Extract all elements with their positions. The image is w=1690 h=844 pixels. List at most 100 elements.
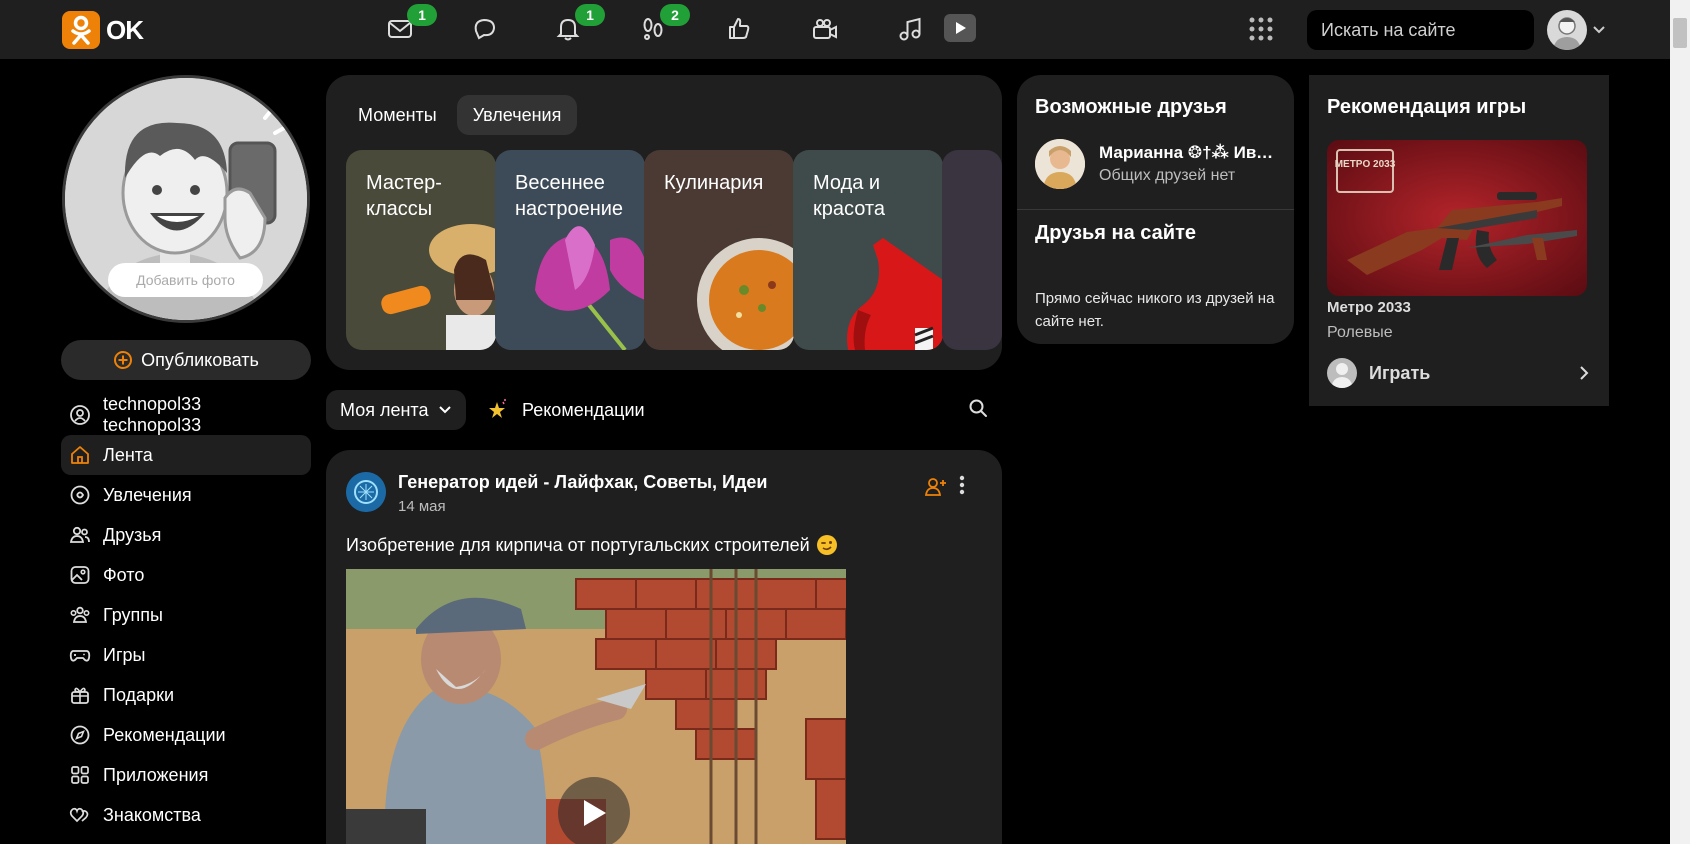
game-banner[interactable]: METPO 2033 — [1327, 140, 1587, 296]
hobby-card-title: Весеннее настроение — [515, 172, 624, 220]
friend-suggestion[interactable]: Марианна ❂†⁂ Ива… Общих друзей нет — [1035, 139, 1274, 189]
post-video[interactable] — [346, 569, 846, 844]
recommendations-link[interactable]: Рекомендации — [486, 390, 645, 430]
music-note-icon — [899, 17, 921, 41]
apps-grid-button[interactable] — [1248, 16, 1274, 47]
publish-button[interactable]: Опубликовать — [61, 340, 311, 380]
hobby-card-next-partial[interactable] — [942, 150, 1002, 350]
follow-button[interactable] — [924, 476, 948, 503]
sidebar-item-label: Группы — [103, 604, 163, 625]
sidebar-item-hobbies[interactable]: Увлечения — [61, 475, 311, 515]
post-text-row: Изобретение для кирпича от португальских… — [346, 534, 838, 556]
game-genre: Ролевые — [1327, 324, 1393, 341]
sidebar-item-apps[interactable]: Приложения — [61, 755, 311, 795]
hobby-card-spring-mood[interactable]: Весеннее настроение — [495, 150, 645, 350]
sidebar-item-label: Друзья — [103, 524, 162, 545]
hobby-card-title: Мастер- классы — [366, 172, 442, 220]
add-user-icon — [924, 478, 946, 496]
sidebar-item-label: Игры — [103, 644, 146, 665]
feed-filter-dropdown[interactable]: Моя лента — [326, 390, 467, 430]
more-vertical-icon — [959, 475, 965, 495]
default-avatar-icon — [1331, 363, 1353, 388]
chat-bubbles-icon — [474, 18, 496, 40]
sidebar-item-label: Подарки — [103, 684, 175, 705]
sidebar-item-label: technopol33 technopol33 — [103, 394, 202, 435]
groups-icon — [70, 606, 90, 623]
tab-hobbies[interactable]: Увлечения — [456, 95, 578, 135]
friend-name[interactable]: Марианна ❂†⁂ Ива… — [1099, 143, 1274, 163]
notifications-button[interactable]: 1 — [553, 4, 605, 44]
feed-search-button[interactable] — [968, 398, 988, 423]
search-input[interactable] — [1321, 19, 1553, 41]
music-button[interactable] — [895, 14, 925, 44]
feed-post: Генератор идей - Лайфхак, Советы, Идеи 1… — [326, 450, 1002, 844]
hobby-card-masterclasses[interactable]: Мастер- классы — [346, 150, 496, 350]
user-menu-toggle[interactable] — [1592, 22, 1606, 40]
game-name[interactable]: Метро 2033 — [1327, 299, 1411, 316]
friends-widget: Возможные друзья Марианна ❂†⁂ Ива… Общих… — [1017, 75, 1294, 344]
default-avatar-icon — [1553, 17, 1581, 50]
page-scrollbar[interactable] — [1670, 0, 1690, 844]
friend-avatar[interactable] — [1035, 139, 1085, 189]
moments-tabs: Моменты Увлечения — [342, 95, 578, 135]
publish-label: Опубликовать — [141, 349, 259, 370]
sidebar-item-groups[interactable]: Группы — [61, 595, 311, 635]
left-sidebar: technopol33 technopol33 Лента Увлечения … — [61, 394, 311, 835]
post-text: Изобретение для кирпича от португальских… — [346, 534, 810, 555]
sidebar-item-label: Увлечения — [103, 484, 192, 505]
photo-icon — [70, 566, 90, 584]
friends-online-empty-text: Прямо сейчас никого из друзей на сайте н… — [1035, 290, 1275, 330]
hobby-card-title: Кулинария — [664, 172, 764, 194]
sidebar-item-label: Рекомендации — [103, 724, 226, 745]
sidebar-item-profile[interactable]: technopol33 technopol33 — [61, 394, 311, 435]
hobbies-icon — [70, 485, 90, 505]
game-recommendation-title: Рекомендация игры — [1327, 96, 1527, 118]
possible-friends-title[interactable]: Возможные друзья — [1035, 96, 1227, 119]
video-calls-button[interactable] — [810, 14, 840, 44]
sidebar-item-dating[interactable]: Знакомства — [61, 795, 311, 835]
scroll-thumb[interactable] — [1673, 18, 1687, 48]
video-button[interactable] — [944, 14, 976, 42]
friends-icon — [69, 526, 90, 543]
sidebar-item-feed[interactable]: Лента — [61, 435, 311, 475]
user-avatar[interactable] — [1547, 10, 1587, 50]
sidebar-item-label: Фото — [103, 564, 145, 585]
logo-text: OK — [106, 14, 144, 45]
play-label: Играть — [1369, 362, 1431, 383]
group-avatar[interactable] — [346, 472, 386, 512]
sidebar-item-friends[interactable]: Друзья — [61, 515, 311, 555]
sparkle-star-icon — [489, 399, 506, 418]
hobby-card-fashion[interactable]: Мода и красота — [793, 150, 943, 350]
top-bar: OK 1 1 2 — [0, 0, 1670, 59]
home-icon — [71, 446, 89, 464]
tab-moments[interactable]: Моменты — [342, 95, 453, 135]
ok-logo-icon — [62, 11, 100, 49]
guests-button[interactable]: 2 — [638, 4, 690, 44]
apps-icon — [71, 766, 89, 784]
search-icon — [969, 399, 987, 417]
sidebar-item-recommendations[interactable]: Рекомендации — [61, 715, 311, 755]
post-date[interactable]: 14 мая — [398, 498, 446, 515]
video-play-button[interactable] — [558, 777, 630, 844]
sidebar-item-label: Приложения — [103, 764, 209, 785]
reactions-button[interactable] — [724, 14, 754, 44]
feed-filter-label: Моя лента — [340, 399, 429, 420]
messages-button[interactable]: 1 — [385, 4, 437, 44]
discussions-button[interactable] — [470, 14, 500, 44]
sidebar-item-label: Лента — [103, 444, 153, 465]
friends-online-title[interactable]: Друзья на сайте — [1035, 222, 1196, 245]
gamepad-icon — [69, 650, 91, 662]
camera-icon — [813, 19, 837, 39]
add-photo-button[interactable]: Добавить фото — [108, 263, 263, 297]
play-game-button[interactable]: Играть — [1327, 356, 1589, 390]
hobby-card-cooking[interactable]: Кулинария — [644, 150, 794, 350]
post-more-button[interactable] — [958, 474, 966, 501]
ok-logo[interactable]: OK — [62, 11, 144, 49]
compass-icon — [70, 725, 90, 745]
sidebar-item-gifts[interactable]: Подарки — [61, 675, 311, 715]
recommendations-label: Рекомендации — [522, 399, 645, 420]
sidebar-item-photo[interactable]: Фото — [61, 555, 311, 595]
post-author[interactable]: Генератор идей - Лайфхак, Советы, Идеи — [398, 472, 767, 493]
hearts-icon — [69, 807, 89, 823]
sidebar-item-games[interactable]: Игры — [61, 635, 311, 675]
